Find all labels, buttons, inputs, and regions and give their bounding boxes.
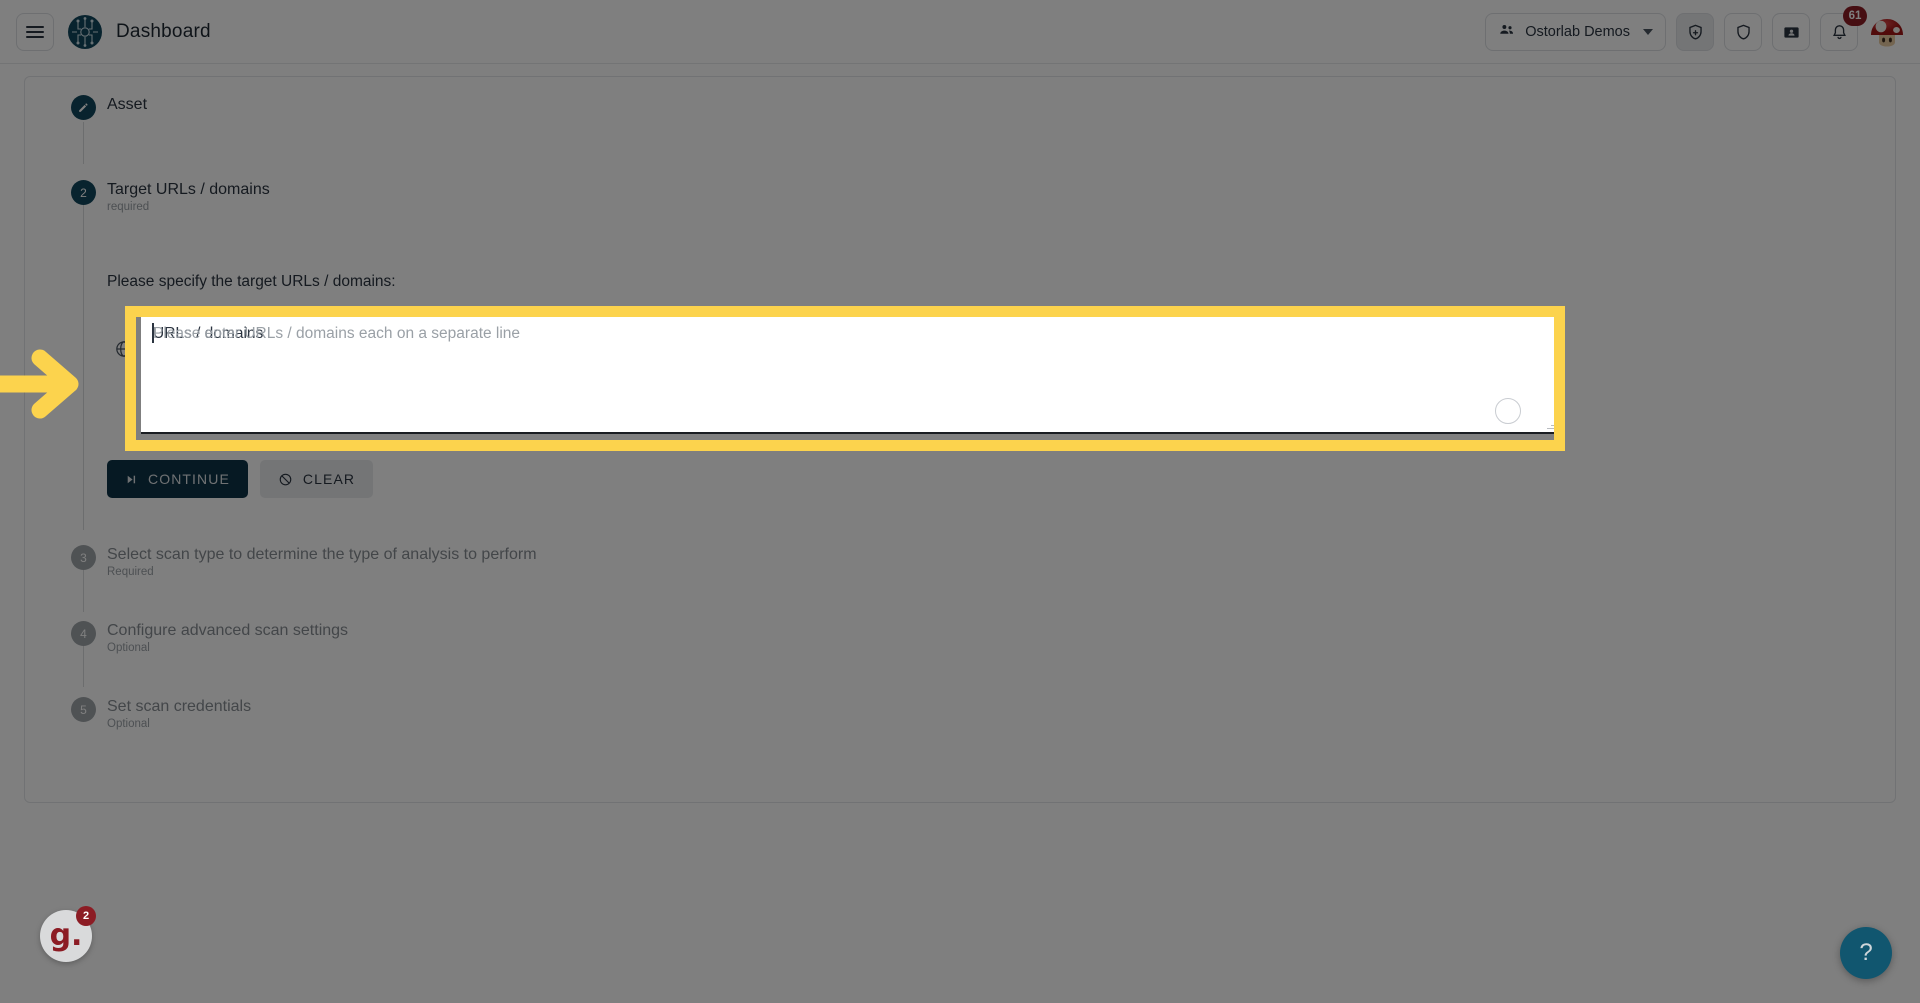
step-1-label: Asset — [107, 96, 148, 113]
notifications-button[interactable]: 61 — [1820, 6, 1867, 51]
target-urls-field-row: URLs / domains Please enter URLs / domai… — [107, 306, 1897, 451]
security-button[interactable] — [1724, 13, 1762, 51]
step-4-text: Configure advanced scan settings Optiona… — [107, 621, 348, 654]
globe-icon-wrap — [107, 311, 141, 359]
question-mark-icon: ? — [1859, 939, 1873, 966]
notification-count-badge: 61 — [1843, 6, 1867, 26]
app-bar-right-group: Ostorlab Demos 61 — [1485, 0, 1906, 64]
step-4-indicator: 4 — [71, 621, 96, 646]
chevron-down-icon — [1643, 29, 1653, 35]
help-button[interactable]: ? — [1840, 927, 1892, 979]
top-app-bar: Dashboard Ostorlab Demos 61 — [0, 0, 1920, 64]
hamburger-menu-button[interactable] — [16, 12, 54, 51]
shield-icon — [1736, 24, 1750, 40]
block-circle-slash-icon — [279, 473, 292, 485]
target-urls-placeholder: Please enter URLs / domains each on a se… — [153, 325, 521, 342]
target-urls-actions: CONTINUE CLEAR — [107, 460, 1897, 498]
clear-button-label: CLEAR — [302, 471, 356, 487]
step-1-text: Asset — [107, 95, 147, 114]
new-scan-button[interactable] — [1676, 13, 1714, 51]
step-2-text: Target URLs / domains required — [107, 180, 270, 213]
step-4-sublabel: Optional — [107, 642, 150, 655]
wizard-step-asset[interactable]: Asset — [25, 95, 147, 120]
pencil-edit-icon — [79, 103, 88, 112]
step-2-sublabel: required — [107, 201, 150, 214]
organization-selector[interactable]: Ostorlab Demos — [1485, 13, 1666, 51]
ostorlab-circuit-logo — [68, 14, 102, 49]
step-5-label: Set scan credentials — [107, 698, 252, 715]
step-connector-1 — [83, 122, 84, 164]
hamburger-menu-icon — [26, 23, 44, 41]
circle-drop-indicator[interactable] — [1495, 398, 1521, 424]
target-urls-panel: Please specify the target URLs / domains… — [107, 273, 1897, 498]
target-urls-prompt: Please specify the target URLs / domains… — [107, 273, 396, 290]
text-caret — [152, 323, 154, 343]
bell-icon — [1832, 24, 1846, 39]
skip-next-icon — [127, 475, 136, 483]
step-3-text: Select scan type to determine the type o… — [107, 545, 537, 578]
step-3-sublabel: Required — [107, 566, 154, 579]
guide-widget-badge: 2 — [76, 906, 96, 926]
shield-add-icon — [1688, 24, 1702, 40]
organization-name: Ostorlab Demos — [1525, 24, 1630, 40]
wizard-step-scan-type[interactable]: 3 Select scan type to determine the type… — [25, 545, 537, 578]
g-logo: g. — [49, 918, 83, 953]
wizard-step-credentials[interactable]: 5 Set scan credentials Optional — [25, 697, 251, 730]
step-5-indicator: 5 — [71, 697, 96, 722]
wizard-step-list: Asset 2 Target URLs / domains required 3… — [25, 77, 1895, 730]
clear-button[interactable]: CLEAR — [259, 460, 374, 498]
page-title: Dashboard — [116, 20, 211, 42]
globe-icon — [116, 341, 132, 357]
user-avatar[interactable] — [1868, 13, 1906, 51]
continue-button-label: CONTINUE — [148, 471, 230, 487]
wizard-step-target-urls[interactable]: 2 Target URLs / domains required — [25, 180, 270, 213]
scan-wizard-card: Asset 2 Target URLs / domains required 3… — [24, 76, 1896, 803]
target-urls-textarea-wrap: URLs / domains Please enter URLs / domai… — [141, 311, 1559, 434]
step-3-indicator: 3 — [71, 545, 96, 570]
continue-button[interactable]: CONTINUE — [107, 460, 248, 498]
mushroom-avatar — [1871, 19, 1903, 47]
annotation-arrow — [0, 345, 88, 428]
yellow-right-arrow — [0, 349, 79, 419]
step-4-label: Configure advanced scan settings — [107, 622, 349, 639]
step-5-sublabel: Optional — [107, 718, 150, 731]
wizard-step-advanced-settings[interactable]: 4 Configure advanced scan settings Optio… — [25, 621, 348, 654]
step-5-text: Set scan credentials Optional — [107, 697, 251, 730]
guide-widget-button[interactable]: g. 2 — [40, 906, 96, 962]
target-urls-textarea[interactable]: URLs / domains Please enter URLs / domai… — [141, 311, 1559, 434]
step-3-label: Select scan type to determine the type o… — [107, 546, 537, 563]
group-people-icon — [1498, 21, 1516, 43]
step-1-indicator — [71, 95, 96, 120]
id-card-icon — [1783, 26, 1799, 38]
textarea-resize-handle[interactable] — [1547, 420, 1557, 430]
app-bar-left-group: Dashboard — [0, 12, 211, 51]
target-urls-field-label: URLs / domains — [153, 325, 264, 342]
step-2-label: Target URLs / domains — [107, 181, 270, 198]
tickets-button[interactable] — [1772, 13, 1810, 51]
step-2-indicator: 2 — [71, 180, 96, 205]
app-root: Dashboard Ostorlab Demos 61 Asset 2 Targ… — [0, 0, 1920, 1003]
